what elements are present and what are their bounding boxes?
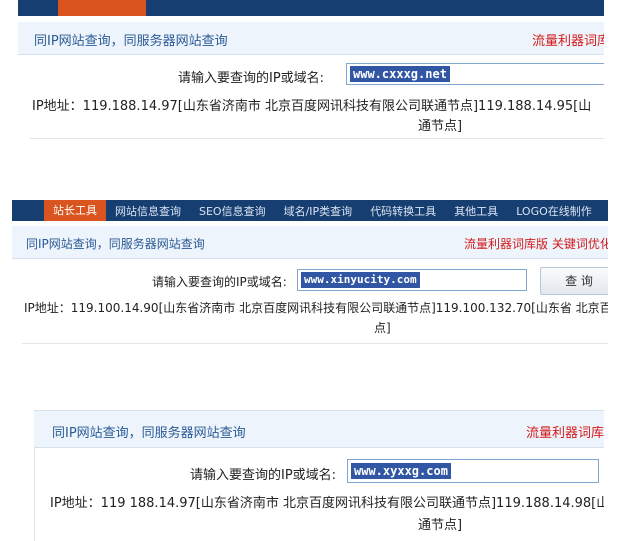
panel-left-border <box>34 446 35 541</box>
traffic-tool-link[interactable]: 流量利器词库 <box>532 30 604 49</box>
tool-title[interactable]: 同IP网站查询，同服务器网站查询 <box>34 30 228 49</box>
nav-tab-site-tools[interactable]: 站长工具 <box>44 200 106 221</box>
domain-input-value: www.cxxxg.net <box>350 66 450 82</box>
ip-result-line-wrap: 点] <box>374 321 391 335</box>
tool-bar: 同IP网站查询，同服务器网站查询 流量利器词库版 关键词优化 <box>12 226 608 259</box>
ip-result-line-wrap: 通节点] <box>418 518 463 533</box>
traffic-tool-link[interactable]: 流量利器词库版 关键词优化 <box>464 235 608 252</box>
nav-tab-seo-info[interactable]: SEO信息查询 <box>190 203 275 219</box>
nav-tab-more[interactable]: 网 <box>601 203 608 219</box>
divider <box>22 343 608 344</box>
domain-prompt: 请输入要查询的IP或域名: <box>190 468 337 483</box>
nav-tab-other-tools[interactable]: 其他工具 <box>445 203 507 219</box>
ip-result-line: IP地址：119.100.14.90[山东省济南市 北京百度网讯科技有限公司联通… <box>24 301 608 315</box>
screenshot-2: 站长工具 网站信息查询 SEO信息查询 域名/IP类查询 代码转换工具 其他工具… <box>12 200 608 350</box>
domain-input-value: www.xyxxg.com <box>351 463 451 479</box>
ip-result-line-wrap: 通节点] <box>418 119 463 134</box>
domain-prompt: 请输入要查询的IP或域名: <box>152 275 287 289</box>
tool-title[interactable]: 同IP网站查询，同服务器网站查询 <box>26 235 205 252</box>
screenshot-1: 同IP网站查询，同服务器网站查询 流量利器词库 请输入要查询的IP或域名: ww… <box>18 0 604 142</box>
nav-tab-site-info[interactable]: 网站信息查询 <box>106 203 190 219</box>
top-nav <box>18 0 604 16</box>
tool-title[interactable]: 同IP网站查询，同服务器网站查询 <box>52 422 246 441</box>
divider <box>30 138 604 139</box>
query-button[interactable]: 查 询 <box>540 267 608 295</box>
top-nav: 站长工具 网站信息查询 SEO信息查询 域名/IP类查询 代码转换工具 其他工具… <box>12 200 608 221</box>
domain-input-value: www.xinyucity.com <box>301 272 420 288</box>
nav-tab-active[interactable] <box>58 0 146 16</box>
ip-result-line: IP地址：119 188.14.97[山东省济南市 北京百度网讯科技有限公司联通… <box>50 496 604 511</box>
domain-input[interactable]: www.xyxxg.com <box>347 459 599 483</box>
nav-tab-logo-maker[interactable]: LOGO在线制作 <box>507 203 601 219</box>
domain-input[interactable]: www.cxxxg.net <box>346 63 604 85</box>
query-button-label: 查 询 <box>565 274 593 288</box>
screenshot-3: 同IP网站查询，同服务器网站查询 流量利器词库 请输入要查询的IP或域名: ww… <box>34 410 604 541</box>
tool-bar: 同IP网站查询，同服务器网站查询 流量利器词库 <box>18 22 604 55</box>
ip-result-line: IP地址：119.188.14.97[山东省济南市 北京百度网讯科技有限公司联通… <box>32 99 592 114</box>
nav-tab-domain-ip[interactable]: 域名/IP类查询 <box>275 203 362 219</box>
domain-input[interactable]: www.xinyucity.com <box>297 269 527 291</box>
nav-tab-code-convert[interactable]: 代码转换工具 <box>361 203 445 219</box>
traffic-tool-link[interactable]: 流量利器词库 <box>526 422 604 441</box>
domain-prompt: 请输入要查询的IP或域名: <box>178 71 325 86</box>
tool-bar: 同IP网站查询，同服务器网站查询 流量利器词库 <box>34 410 604 448</box>
